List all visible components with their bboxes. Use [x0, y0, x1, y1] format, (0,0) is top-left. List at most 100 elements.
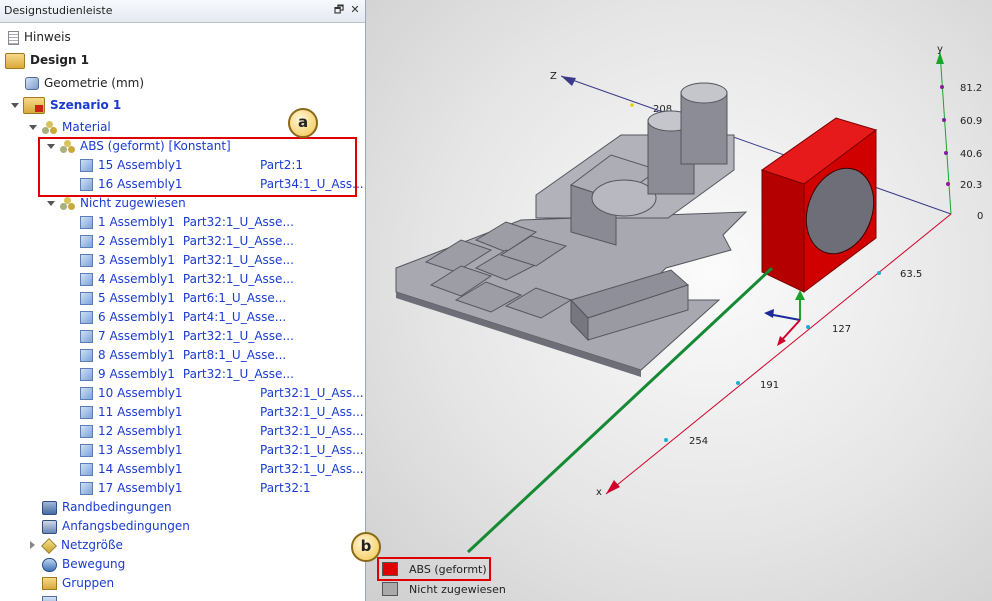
- restore-icon[interactable]: 🗗: [332, 3, 346, 17]
- x-axis-tick-label: 254: [689, 436, 708, 447]
- legend-swatch-nicht: [382, 582, 398, 596]
- x-axis-tick: [736, 381, 740, 385]
- list-item[interactable]: 12 Assembly1 Part32:1_U_Ass...: [80, 422, 364, 441]
- part-icon: [80, 406, 93, 419]
- tree-label: Design 1: [30, 53, 90, 67]
- part-icon: [80, 425, 93, 438]
- part-ref: Part32:1_U_Ass...: [260, 405, 364, 419]
- expand-arrow-icon[interactable]: [47, 201, 55, 206]
- tree-item-geometrie[interactable]: Geometrie (mm): [25, 74, 144, 93]
- tree-item-randbedingungen[interactable]: Randbedingungen: [42, 498, 172, 517]
- z-axis-tick: [630, 103, 634, 107]
- material-icon: [60, 197, 75, 210]
- x-axis-label: x: [596, 487, 602, 498]
- part-icon: [80, 387, 93, 400]
- gray-assembly[interactable]: [395, 82, 748, 377]
- list-item[interactable]: 10 Assembly1 Part32:1_U_Ass...: [80, 384, 364, 403]
- tree-label: Gruppen: [62, 576, 115, 590]
- part-ref: Part32:1_U_Ass...: [260, 443, 364, 457]
- panel-header: Designstudienleiste 🗗 ✕: [0, 0, 365, 23]
- list-item[interactable]: 6 Assembly1 Part4:1_U_Asse...: [80, 308, 286, 327]
- callout-badge-a: a: [288, 108, 318, 138]
- part-name: 10 Assembly1: [98, 386, 183, 400]
- design-folder-icon: [5, 52, 25, 69]
- part-ref: Part32:1_U_Ass...: [260, 462, 364, 476]
- part-icon: [80, 235, 93, 248]
- part-ref: Part8:1_U_Asse...: [182, 348, 287, 362]
- red-abs-part[interactable]: [760, 117, 885, 293]
- y-axis-tick: [942, 118, 946, 122]
- y-axis-label: y: [937, 44, 943, 55]
- part-name: 17 Assembly1: [98, 481, 183, 495]
- y-axis-tick-label: 20.3: [960, 180, 982, 191]
- tree-item-szenario[interactable]: Szenario 1: [23, 96, 121, 115]
- part-name: 6 Assembly1: [98, 310, 175, 324]
- part-ref: Part32:1_U_Asse...: [182, 329, 294, 343]
- part-name: 8 Assembly1: [98, 348, 175, 362]
- list-item[interactable]: 3 Assembly1 Part32:1_U_Asse...: [80, 251, 294, 270]
- x-axis-tick: [877, 271, 881, 275]
- x-axis-arrow: [606, 480, 620, 494]
- part-name: 14 Assembly1: [98, 462, 183, 476]
- list-item[interactable]: 17 Assembly1 Part32:1: [80, 479, 360, 498]
- expand-arrow-icon[interactable]: [29, 125, 37, 130]
- material-icon: [42, 121, 57, 134]
- mesh-size-icon: [41, 537, 57, 554]
- note-icon: [8, 30, 19, 45]
- model-scene[interactable]: Z 208 y 81.2 60.9 40.6 20.3 0 x 63.5 127…: [366, 0, 992, 601]
- tree-label: Netzgröße: [61, 538, 123, 552]
- tree-item-hinweis[interactable]: Hinweis: [8, 28, 71, 47]
- y-axis-tick-label: 0: [977, 211, 983, 222]
- part-name: 13 Assembly1: [98, 443, 183, 457]
- y-axis-line: [939, 51, 952, 215]
- motion-icon: [42, 557, 57, 572]
- part-name: 3 Assembly1: [98, 253, 175, 267]
- tree-label: Randbedingungen: [62, 500, 172, 514]
- part-icon: [80, 216, 93, 229]
- tree-item-material[interactable]: Material: [42, 118, 111, 137]
- part-name: 11 Assembly1: [98, 405, 183, 419]
- y-axis-tick-label: 60.9: [960, 116, 982, 127]
- list-item[interactable]: 9 Assembly1 Part32:1_U_Asse...: [80, 365, 294, 384]
- part-ref: Part32:1: [260, 481, 311, 495]
- part-name: 9 Assembly1: [98, 367, 175, 381]
- scenario-icon: [23, 97, 45, 114]
- list-item[interactable]: 13 Assembly1 Part32:1_U_Ass...: [80, 441, 364, 460]
- part-ref: Part6:1_U_Asse...: [182, 291, 287, 305]
- part-ref: Part32:1_U_Ass...: [260, 424, 364, 438]
- highlight-box-a: [38, 137, 357, 197]
- part-name: 12 Assembly1: [98, 424, 183, 438]
- tree-item-cut-off: [42, 593, 62, 601]
- part-icon: [80, 368, 93, 381]
- expand-arrow-icon[interactable]: [30, 541, 35, 549]
- tree-item-bewegung[interactable]: Bewegung: [42, 555, 125, 574]
- list-item[interactable]: 11 Assembly1 Part32:1_U_Ass...: [80, 403, 364, 422]
- part-name: 5 Assembly1: [98, 291, 175, 305]
- y-axis-tick-label: 40.6: [960, 149, 982, 160]
- highlight-box-b: [377, 557, 491, 581]
- part-ref: Part32:1_U_Asse...: [182, 272, 294, 286]
- list-item[interactable]: 1 Assembly1 Part32:1_U_Asse...: [80, 213, 294, 232]
- tree-item-gruppen[interactable]: Gruppen: [42, 574, 114, 593]
- list-item[interactable]: 5 Assembly1 Part6:1_U_Asse...: [80, 289, 286, 308]
- groups-icon: [42, 577, 57, 590]
- x-axis-tick-label: 127: [832, 324, 851, 335]
- tree-label: Hinweis: [24, 30, 71, 44]
- list-item[interactable]: 4 Assembly1 Part32:1_U_Asse...: [80, 270, 294, 289]
- tree-label: Szenario 1: [50, 98, 122, 112]
- expand-arrow-icon[interactable]: [11, 103, 19, 108]
- list-item[interactable]: 7 Assembly1 Part32:1_U_Asse...: [80, 327, 294, 346]
- part-name: 4 Assembly1: [98, 272, 175, 286]
- list-item[interactable]: 2 Assembly1 Part32:1_U_Asse...: [80, 232, 294, 251]
- x-axis-tick: [806, 325, 810, 329]
- 3d-viewport[interactable]: Z 208 y 81.2 60.9 40.6 20.3 0 x 63.5 127…: [351, 0, 992, 601]
- tree-item-anfangsbedingungen[interactable]: Anfangsbedingungen: [42, 517, 190, 536]
- list-item[interactable]: 8 Assembly1 Part8:1_U_Asse...: [80, 346, 286, 365]
- tree-item-netzgroesse[interactable]: Netzgröße: [41, 536, 123, 555]
- tree-item-design[interactable]: Design 1: [5, 51, 89, 70]
- part-icon: [80, 444, 93, 457]
- part-icon: [80, 330, 93, 343]
- part-name: 7 Assembly1: [98, 329, 175, 343]
- close-icon[interactable]: ✕: [348, 3, 362, 17]
- list-item[interactable]: 14 Assembly1 Part32:1_U_Ass...: [80, 460, 364, 479]
